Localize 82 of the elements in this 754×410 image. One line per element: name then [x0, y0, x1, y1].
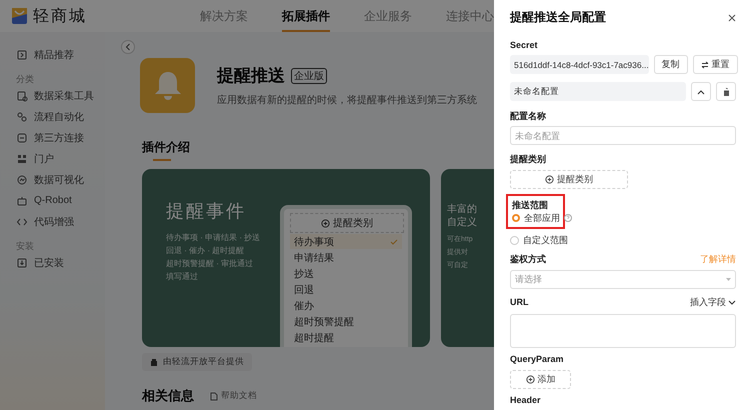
field-label: 提醒类别 [510, 154, 547, 165]
nav-tab[interactable]: 解决方案 [200, 0, 248, 32]
card-text: 填写通过 [166, 271, 199, 283]
add-button[interactable]: 添加 [510, 370, 571, 389]
sidebar-item[interactable]: 数据可视化 [34, 172, 84, 186]
field-label: 配置名称 [510, 111, 547, 122]
nav-tab[interactable]: 企业服务 [364, 0, 412, 32]
logo-icon [12, 8, 27, 24]
plus-icon [526, 375, 534, 384]
card-text: 待办事项 · 申请结果 · 抄送 [166, 232, 262, 244]
check-icon [390, 238, 398, 244]
caret-icon [697, 88, 705, 94]
copy-button[interactable]: 复制 [654, 55, 688, 74]
chevron-icon [125, 43, 131, 51]
drawer-title: 提醒推送全局配置 [510, 8, 606, 26]
edition-tag: 企业版 [291, 68, 327, 84]
caret-icon [726, 278, 731, 281]
provider-tag: 由轻流开放平台提供 [142, 353, 252, 371]
bell-icon [140, 58, 195, 113]
reset-button[interactable]: 重置 [692, 55, 738, 74]
field-label: 鉴权方式 [510, 254, 546, 265]
field-label: URL [510, 297, 528, 308]
auth-select[interactable]: 请选择 [510, 270, 736, 289]
nav-tab[interactable]: 拓展插件 [282, 0, 330, 32]
swap-icon [700, 60, 709, 68]
menu-icon [16, 90, 28, 102]
learn-more-link[interactable]: 了解详情 [700, 253, 736, 266]
config-name[interactable]: 未命名配置 [510, 82, 686, 101]
secret-field: 516d1ddf-14c8-4dcf-93c1-7ac936... [510, 55, 649, 74]
sidebar-item[interactable]: 数据采集工具 [34, 88, 94, 102]
add-category-button[interactable]: 提醒类别 [510, 170, 628, 189]
card-title: 丰富的 [447, 203, 478, 216]
plus-icon [545, 175, 554, 184]
document-icon [210, 392, 218, 400]
category-option: 回退 [290, 282, 402, 297]
sidebar-item[interactable]: 精品推荐 [34, 48, 74, 62]
section-heading: 相关信息 [142, 387, 194, 405]
collapse-button[interactable] [691, 82, 711, 101]
menu-icon [16, 256, 28, 268]
menu-icon [16, 174, 28, 186]
radio-option[interactable]: 自定义范围 [510, 233, 568, 247]
plugin-title: 提醒推送 [217, 65, 285, 87]
sidebar-heading: 安装 [15, 240, 35, 252]
close-icon [728, 14, 736, 22]
help-doc-link[interactable]: 帮助文档 [210, 390, 257, 402]
name-input[interactable]: 未命名配置 [510, 126, 736, 145]
chevron-icon [728, 300, 736, 305]
back-button[interactable] [121, 40, 135, 54]
menu-icon [16, 152, 28, 164]
category-option: 抄送 [290, 266, 402, 281]
card-title: 提醒事件 [166, 200, 247, 223]
card-text: 回退 · 催办 · 超时提醒 [166, 245, 246, 257]
category-option: 申请结果 [290, 250, 402, 265]
category-option: 催办 [290, 298, 402, 313]
url-input[interactable] [510, 314, 736, 348]
field-label: 推送范围 [512, 200, 549, 211]
card-text: 超时预警提醒 · 审批通过 [166, 258, 254, 270]
category-option: 超时提醒 [290, 330, 402, 345]
menu-icon [16, 48, 28, 60]
sidebar-item[interactable]: 流程自动化 [34, 110, 84, 124]
insert-field-button[interactable]: 插入字段 [690, 296, 736, 309]
delete-button[interactable] [716, 82, 736, 101]
menu-icon [16, 132, 28, 144]
sidebar-item[interactable]: 第三方连接 [34, 130, 84, 144]
menu-icon [16, 110, 28, 122]
radio-option[interactable]: 全部应用 [512, 211, 572, 225]
sidebar-heading: 分类 [15, 73, 35, 85]
app-name: 轻商城 [33, 6, 87, 26]
category-option: 超时预警提醒 [290, 314, 402, 329]
field-label: Secret [510, 40, 539, 51]
sidebar-item[interactable]: 代码增强 [34, 214, 74, 228]
sidebar-item[interactable]: 已安装 [34, 256, 64, 270]
sidebar-item[interactable]: 门户 [34, 152, 54, 166]
sidebar-item[interactable]: Q-Robot [34, 195, 72, 206]
card-title: 自定义 [447, 216, 478, 229]
nav-tab[interactable]: 连接中心 [446, 0, 494, 32]
plugin-description: 应用数据有新的提醒的时候，将提醒事件推送到第三方系统 [217, 94, 477, 107]
category-option: 待办事项 [290, 234, 402, 249]
field-label: QueryParam [510, 354, 565, 365]
section-heading: 插件介绍 [142, 139, 190, 156]
field-label: Header [510, 395, 542, 406]
plus-icon [321, 218, 330, 228]
